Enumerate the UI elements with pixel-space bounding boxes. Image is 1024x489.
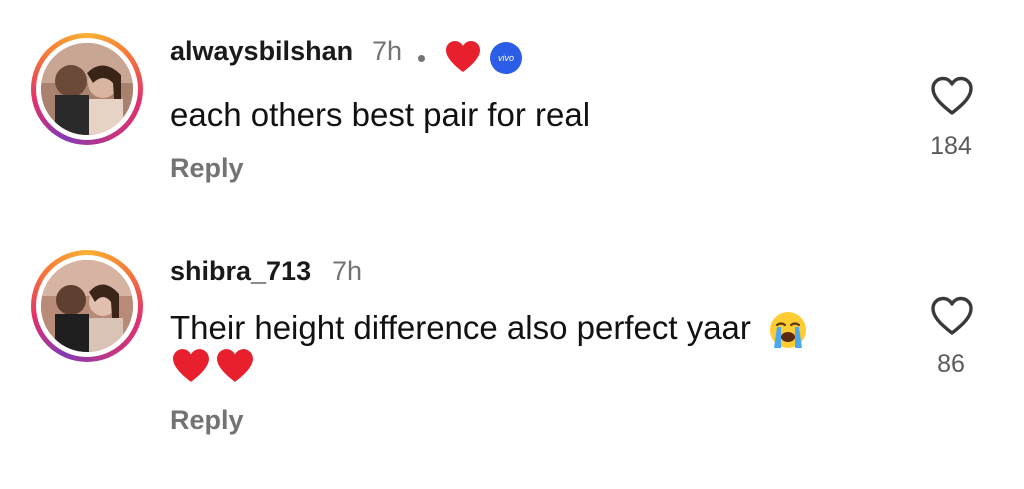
loudly-crying-face-icon <box>770 312 807 349</box>
heart-outline-icon[interactable] <box>930 296 974 336</box>
reply-button[interactable]: Reply <box>170 405 244 436</box>
comment-username[interactable]: alwaysbilshan <box>170 36 353 67</box>
comment-item: shibra_713 7h Their height difference al… <box>0 230 1024 489</box>
creator-avatar-badge: vivo <box>490 42 522 74</box>
comment-text: each others best pair for real <box>170 96 591 133</box>
reply-button[interactable]: Reply <box>170 153 244 184</box>
like-count: 86 <box>937 350 965 378</box>
comment-text-content: Their height difference also perfect yaa… <box>170 309 751 346</box>
comments-list: alwaysbilshan 7h vivo each others best p… <box>0 0 1024 489</box>
separator-dot <box>418 55 425 62</box>
avatar-photo <box>41 260 133 352</box>
avatar[interactable] <box>31 33 143 145</box>
red-heart-icon <box>173 349 209 382</box>
comment-item: alwaysbilshan 7h vivo each others best p… <box>0 0 1024 230</box>
red-heart-icon <box>446 41 480 72</box>
avatar[interactable] <box>31 250 143 362</box>
comment-timestamp: 7h <box>372 36 403 66</box>
avatar-photo <box>41 43 133 135</box>
heart-outline-icon[interactable] <box>930 76 974 116</box>
red-heart-icon <box>217 349 254 382</box>
like-count: 184 <box>930 132 972 160</box>
heart-emojis <box>172 348 256 388</box>
comment-username[interactable]: shibra_713 <box>170 256 311 287</box>
comment-text: Their height difference also perfect yaa… <box>170 308 808 350</box>
comment-timestamp: 7h <box>332 256 363 286</box>
